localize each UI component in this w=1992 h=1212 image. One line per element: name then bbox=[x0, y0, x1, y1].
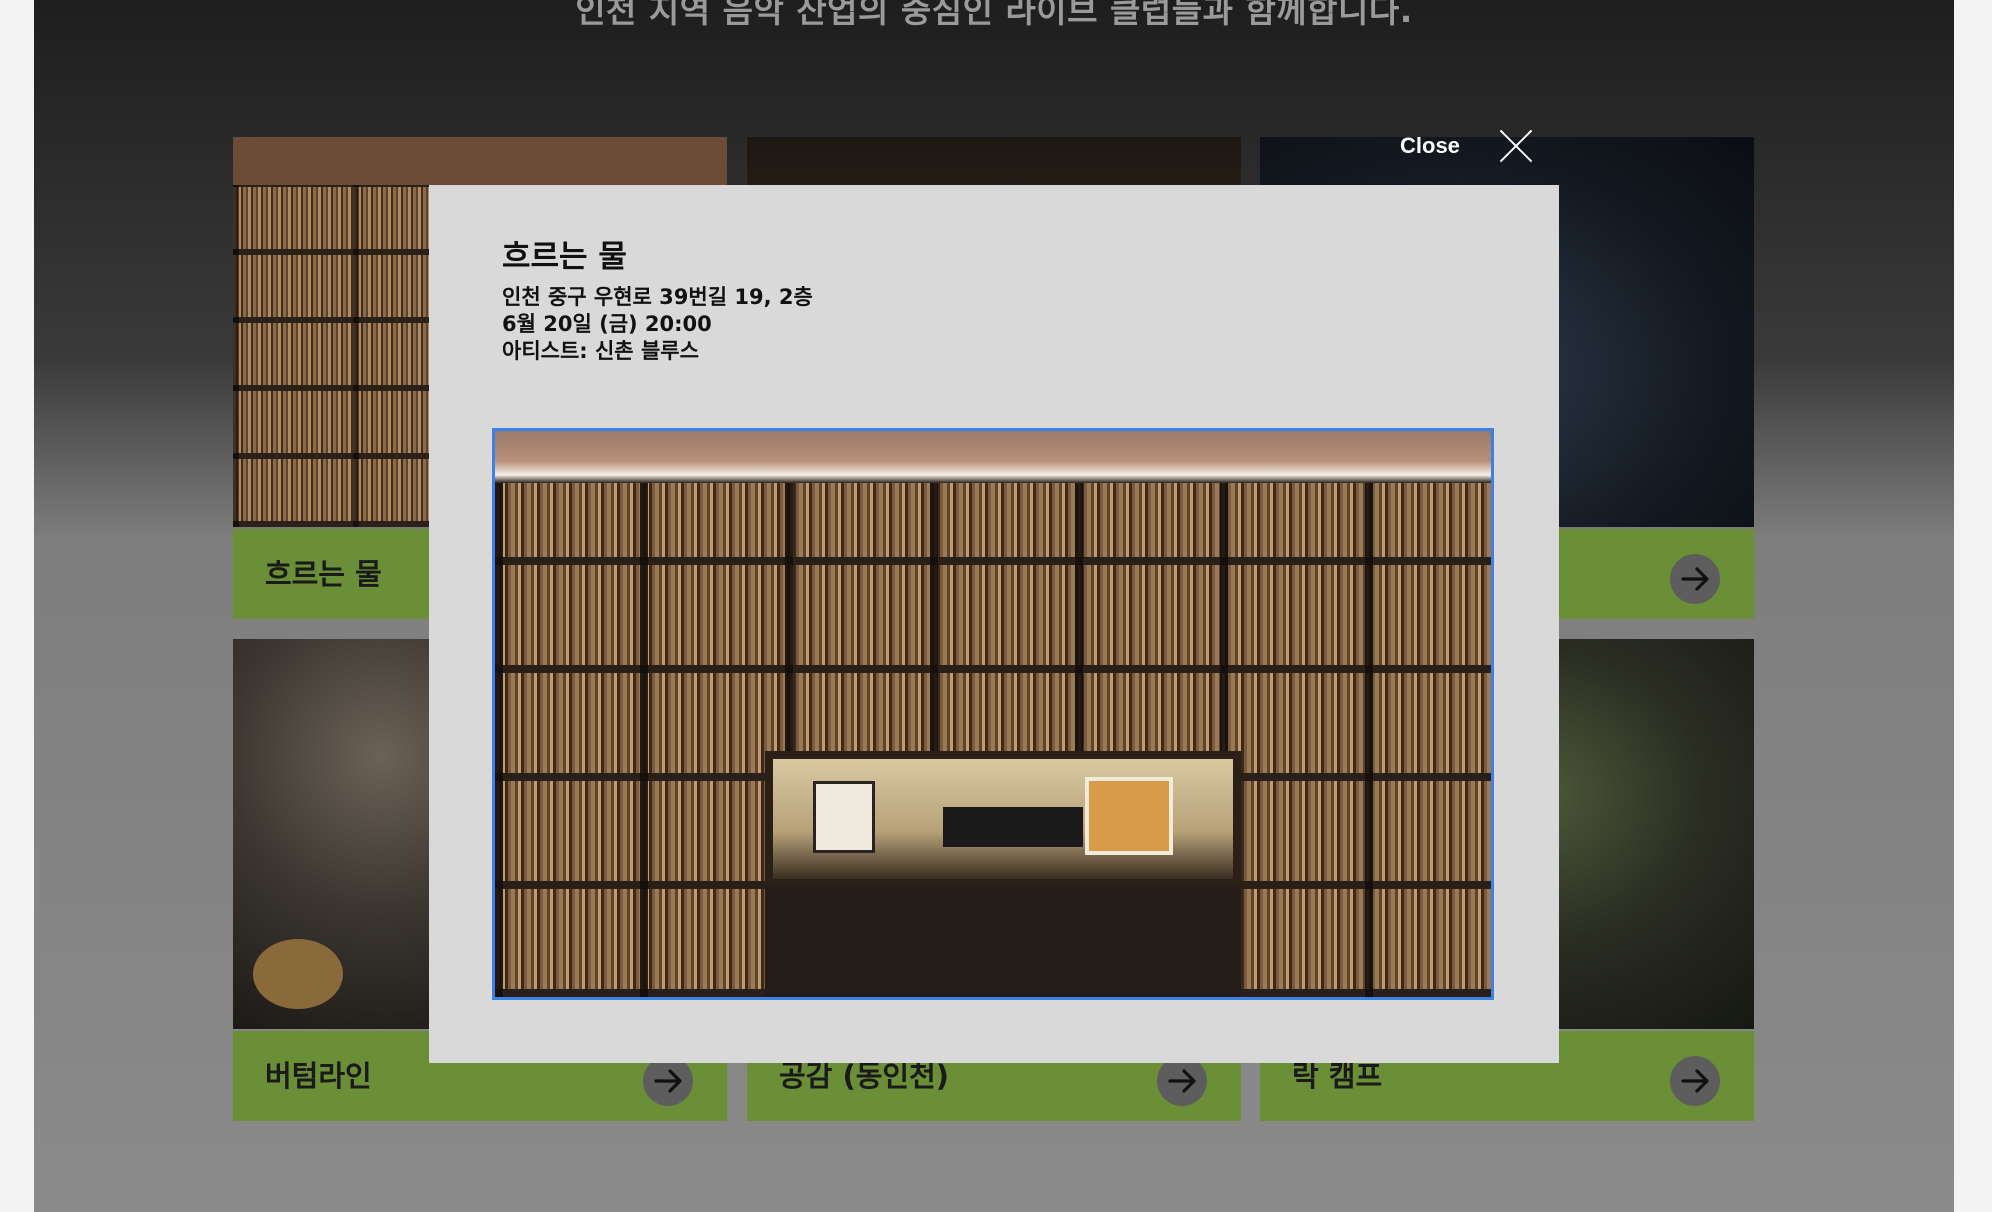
close-button[interactable]: Close bbox=[1400, 126, 1534, 166]
venue-detail-modal: 흐르는 물 인천 중구 우현로 39번길 19, 2층 6월 20일 (금) 2… bbox=[429, 185, 1559, 1063]
photo-frame bbox=[1085, 777, 1173, 855]
event-artist: 아티스트: 신촌 블루스 bbox=[502, 339, 699, 363]
venue-address: 인천 중구 우현로 39번길 19, 2층 bbox=[502, 285, 813, 309]
modal-overlay[interactable]: Close 흐르는 물 인천 중구 우현로 39번길 19, 2층 6월 20일… bbox=[0, 0, 1992, 1212]
event-datetime: 6월 20일 (금) 20:00 bbox=[502, 312, 712, 336]
audio-cabinet bbox=[765, 887, 1241, 997]
record-nook bbox=[765, 751, 1241, 887]
modal-title: 흐르는 물 bbox=[502, 239, 627, 275]
audio-deck bbox=[943, 807, 1083, 847]
venue-photo-large[interactable] bbox=[492, 428, 1494, 1000]
close-label: Close bbox=[1400, 133, 1460, 158]
venue-details: 인천 중구 우현로 39번길 19, 2층 6월 20일 (금) 20:00 아… bbox=[502, 284, 813, 365]
close-icon[interactable] bbox=[1498, 128, 1534, 164]
photo-frame bbox=[813, 781, 875, 853]
